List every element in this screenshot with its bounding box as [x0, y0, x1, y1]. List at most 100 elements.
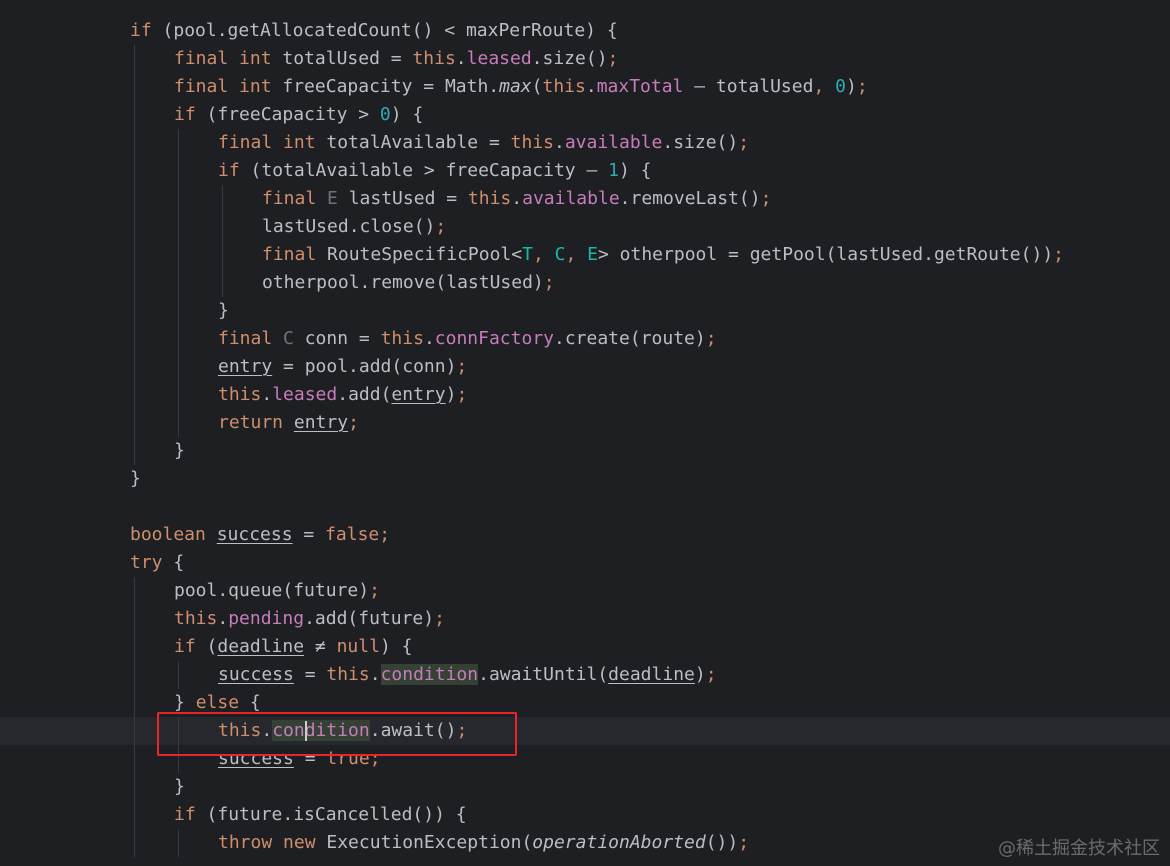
code-line[interactable]: throw new ExecutionException(operationAb… [0, 829, 1170, 857]
code-token: ; [379, 524, 391, 545]
code-token: ; [705, 664, 717, 685]
code-line[interactable] [0, 493, 1170, 521]
code-token: ExecutionException( [315, 832, 533, 853]
code-line[interactable]: final int totalUsed = this.leased.size()… [0, 45, 1170, 73]
code-line[interactable]: } [0, 773, 1170, 801]
code-token: try [130, 552, 163, 573]
code-token: if [174, 104, 196, 125]
code-line[interactable]: final int totalAvailable = this.availabl… [0, 129, 1170, 157]
code-line[interactable]: return entry; [0, 409, 1170, 437]
indent-guide [134, 829, 135, 857]
code-token: lastUsed = [337, 188, 468, 209]
code-token: freeCapacity = Math. [271, 76, 500, 97]
indent-guide [178, 829, 179, 857]
code-token: . [369, 664, 381, 685]
code-token: – totalUsed [683, 76, 814, 97]
code-line[interactable]: } [0, 465, 1170, 493]
code-line[interactable]: success = this.condition.awaitUntil(dead… [0, 661, 1170, 689]
code-token: ; [738, 832, 750, 853]
code-token: ; [760, 188, 772, 209]
code-token: 0 [379, 104, 391, 125]
code-line[interactable]: try { [0, 549, 1170, 577]
code-token: pool.queue(future) [174, 580, 370, 601]
code-line[interactable]: if (future.isCancelled()) { [0, 801, 1170, 829]
code-line[interactable]: final C conn = this.connFactory.create(r… [0, 325, 1170, 353]
code-token: ) [445, 384, 457, 405]
code-token: ; [705, 328, 717, 349]
code-token: E [327, 188, 338, 209]
code-token: totalAvailable = [315, 132, 511, 153]
code-line[interactable]: final RouteSpecificPool<T, C, E> otherpo… [0, 241, 1170, 269]
code-token: leased [272, 384, 338, 405]
code-token: .create(route) [554, 328, 706, 349]
code-token: operationAborted [532, 832, 706, 853]
code-token: final [262, 244, 317, 265]
code-token: ; [456, 384, 468, 405]
code-token: .size() [662, 132, 739, 153]
code-token: if [218, 160, 240, 181]
code-token: ; [435, 216, 447, 237]
code-token: entry [218, 356, 273, 377]
code-token: . [455, 48, 467, 69]
code-token: if [130, 20, 152, 41]
code-line[interactable]: final int freeCapacity = Math.max(this.m… [0, 73, 1170, 101]
code-line[interactable]: } [0, 437, 1170, 465]
indent-guide [134, 577, 135, 605]
indent-guide [134, 45, 135, 73]
indent-guide [134, 409, 135, 437]
code-token: 1 [608, 160, 619, 181]
code-line[interactable]: } [0, 297, 1170, 325]
code-line[interactable]: lastUsed.close(); [0, 213, 1170, 241]
code-token: this [412, 48, 456, 69]
indent-guide [134, 185, 135, 213]
indent-guide [134, 73, 135, 101]
code-token: ()) [705, 832, 739, 853]
code-editor[interactable]: if (pool.getAllocatedCount() < maxPerRou… [0, 0, 1170, 866]
code-token: entry [293, 412, 349, 433]
code-token: ) { [379, 636, 413, 657]
code-token: E [587, 244, 598, 265]
indent-guide [134, 773, 135, 801]
code-line[interactable]: pool.queue(future); [0, 577, 1170, 605]
code-line[interactable]: if (totalAvailable > freeCapacity – 1) { [0, 157, 1170, 185]
indent-guide [178, 129, 179, 157]
code-line[interactable]: this.leased.add(entry); [0, 381, 1170, 409]
code-token: ( [531, 76, 543, 97]
code-token: .add(future) [304, 608, 435, 629]
code-token: final int [174, 76, 272, 97]
indent-guide [178, 185, 179, 213]
code-token: final [262, 188, 317, 209]
indent-guide [178, 325, 179, 353]
code-token: } [174, 440, 185, 461]
code-token: ≠ [304, 636, 337, 657]
code-line[interactable]: entry = pool.add(conn); [0, 353, 1170, 381]
indent-guide [134, 213, 135, 241]
code-token: available [564, 132, 663, 153]
code-line[interactable]: if (freeCapacity > 0) { [0, 101, 1170, 129]
code-token: ( [195, 636, 218, 657]
code-token: = [292, 524, 326, 545]
indent-guide [134, 717, 135, 745]
watermark: @稀土掘金技术社区 [998, 838, 1160, 859]
indent-guide [178, 269, 179, 297]
code-token: ) { [619, 160, 652, 181]
code-token: this [380, 328, 424, 349]
code-line[interactable]: boolean success = false; [0, 521, 1170, 549]
indent-guide [178, 241, 179, 269]
code-token: { [162, 552, 185, 573]
code-line[interactable]: final E lastUsed = this.available.remove… [0, 185, 1170, 213]
code-line[interactable]: if (pool.getAllocatedCount() < maxPerRou… [0, 17, 1170, 45]
code-token: RouteSpecificPool< [316, 244, 523, 265]
code-line[interactable]: if (deadline ≠ null) { [0, 633, 1170, 661]
indent-guide [178, 661, 179, 689]
code-token: .awaitUntil( [478, 664, 609, 685]
code-line[interactable]: otherpool.remove(lastUsed); [0, 269, 1170, 297]
indent-guide [134, 437, 135, 465]
code-token: if [174, 804, 196, 825]
indent-guide [134, 269, 135, 297]
code-line[interactable]: this.pending.add(future); [0, 605, 1170, 633]
code-token: deadline [608, 664, 695, 685]
